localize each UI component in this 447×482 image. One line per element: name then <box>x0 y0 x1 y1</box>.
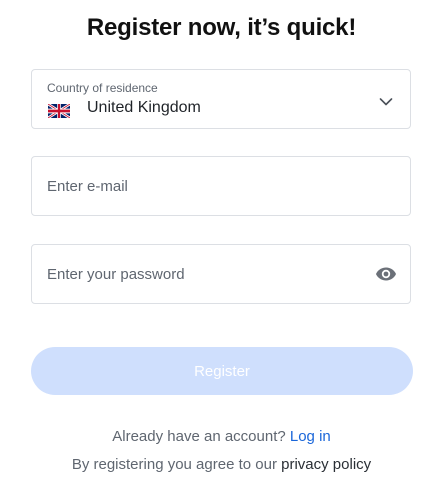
login-prompt: Already have an account? Log in <box>0 428 443 445</box>
country-label: Country of residence <box>47 81 158 95</box>
chevron-down-icon[interactable] <box>379 94 393 106</box>
password-field-container <box>31 244 411 304</box>
uk-flag-icon <box>48 104 70 118</box>
eye-icon[interactable] <box>375 266 397 282</box>
email-field-container <box>31 156 411 216</box>
register-button[interactable]: Register <box>31 347 413 395</box>
privacy-policy-link[interactable]: privacy policy <box>281 456 371 473</box>
country-value: United Kingdom <box>87 99 201 116</box>
password-field[interactable] <box>47 245 367 303</box>
policy-text: By registering you agree to our <box>71 456 277 473</box>
country-select[interactable]: Country of residence United Kingdom <box>31 69 411 129</box>
register-page: Register now, it’s quick! Country of res… <box>0 0 447 482</box>
login-prompt-text: Already have an account? <box>112 428 286 445</box>
page-title: Register now, it’s quick! <box>86 14 357 41</box>
policy-notice: By registering you agree to our privacy … <box>0 456 443 473</box>
email-field[interactable] <box>47 157 367 215</box>
login-link[interactable]: Log in <box>290 428 331 445</box>
